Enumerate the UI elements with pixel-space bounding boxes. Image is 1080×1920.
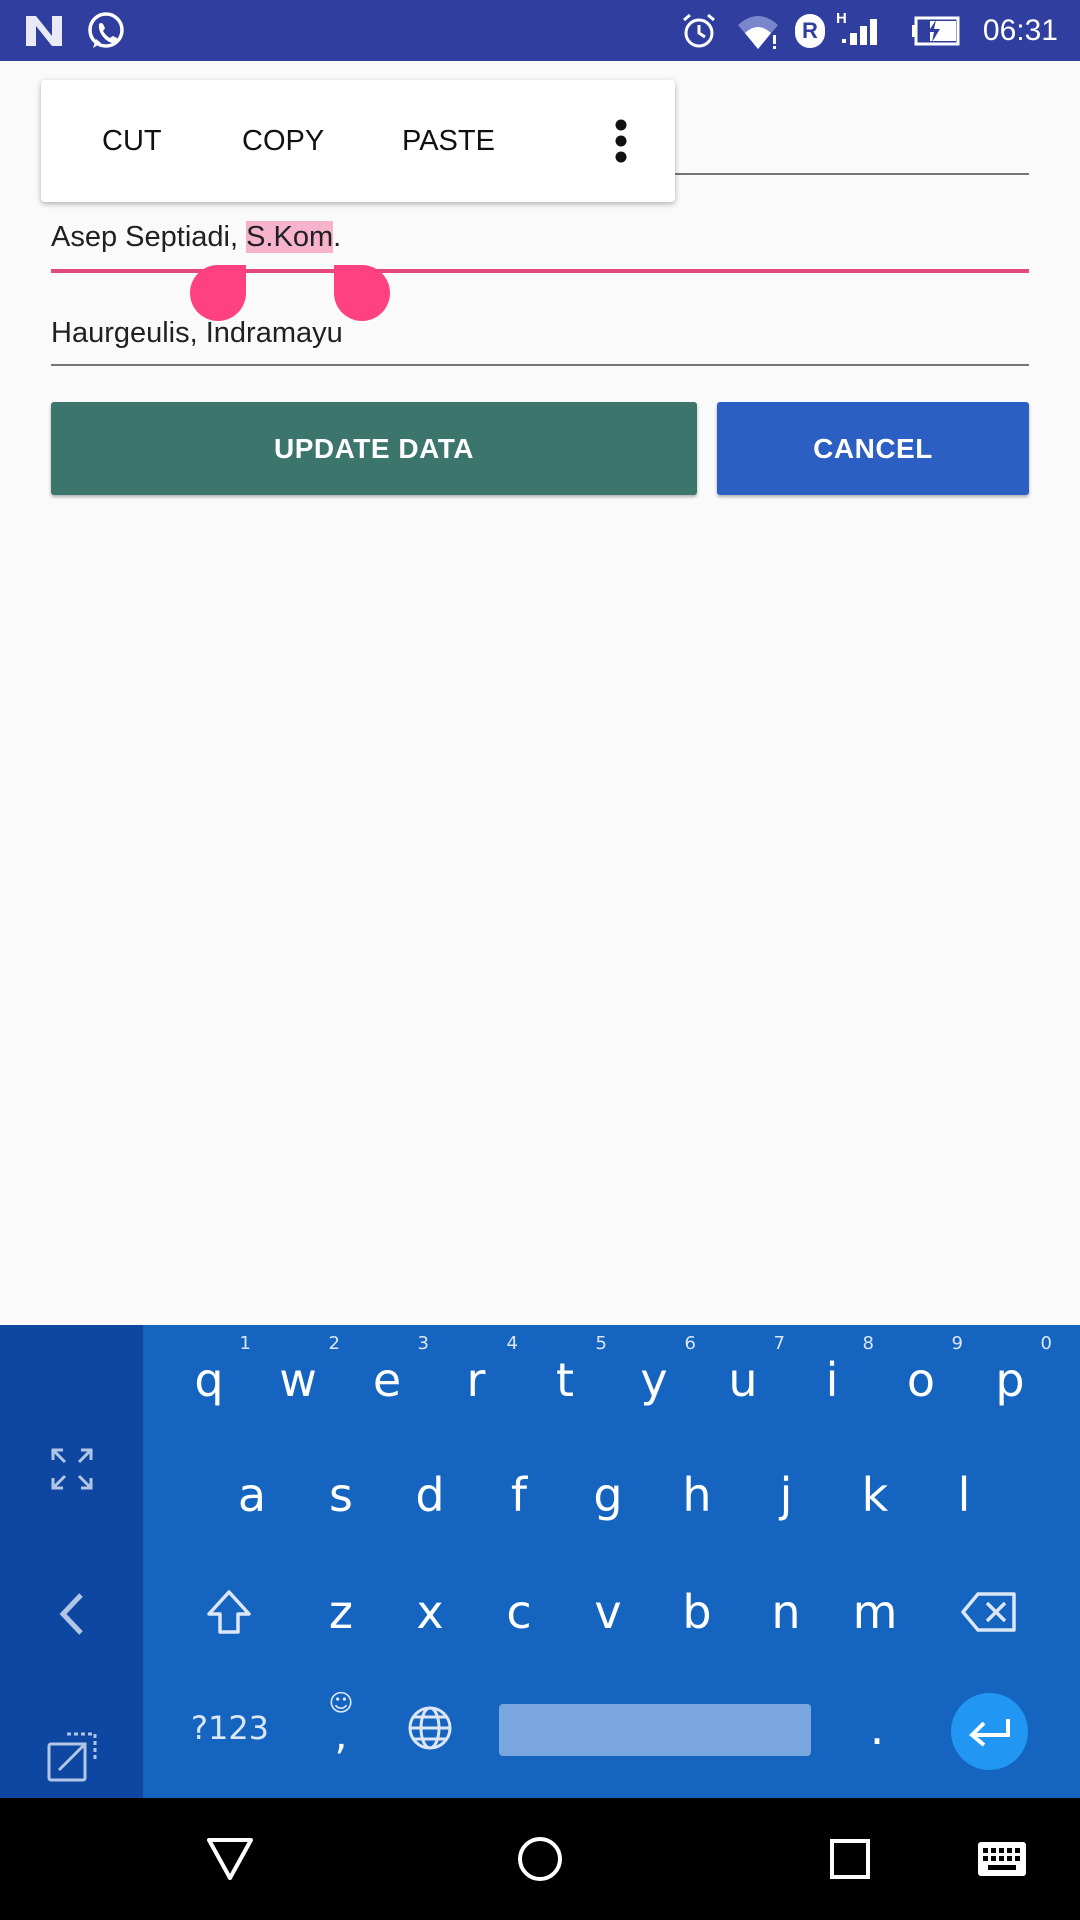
paste-menu-item[interactable]: PASTE <box>402 80 495 202</box>
network-type-label: H <box>836 10 847 27</box>
floating-keyboard-icon[interactable] <box>0 1702 143 1812</box>
edit-form: Asep Septiadi, S.Kom. Haurgeulis, Indram… <box>0 61 1080 1325</box>
globe-icon[interactable] <box>386 1673 474 1783</box>
key-l[interactable]: l <box>920 1440 1008 1550</box>
shift-icon[interactable] <box>185 1557 273 1667</box>
more-options-icon[interactable] <box>591 80 651 202</box>
back-icon[interactable] <box>200 1798 260 1920</box>
key-t[interactable]: t5 <box>521 1325 609 1435</box>
key-b[interactable]: b <box>653 1557 741 1667</box>
key-v[interactable]: v <box>564 1557 652 1667</box>
address-field-underline <box>51 364 1029 366</box>
roaming-icon: R <box>793 0 827 61</box>
key-y[interactable]: y6 <box>610 1325 698 1435</box>
space-bar[interactable] <box>499 1704 811 1756</box>
text-selection-menu: CUT COPY PASTE <box>41 80 675 202</box>
recents-icon[interactable] <box>820 1798 880 1920</box>
symbols-key[interactable]: ?123 <box>185 1673 275 1783</box>
signal-icon: H <box>834 0 886 61</box>
battery-charging-icon <box>910 0 962 61</box>
roaming-label: R <box>795 13 825 48</box>
home-icon[interactable] <box>510 1798 570 1920</box>
keyboard-icon[interactable] <box>972 1798 1032 1920</box>
key-d[interactable]: d <box>386 1440 474 1550</box>
selection-handle-start[interactable] <box>190 265 246 321</box>
keyboard: q1 w2 e3 r4 t5 y6 u7 i8 o9 p0 a s d f g … <box>0 1325 1080 1798</box>
key-k[interactable]: k <box>831 1440 919 1550</box>
key-u[interactable]: u7 <box>699 1325 787 1435</box>
navigation-bar <box>0 1798 1080 1920</box>
key-p[interactable]: p0 <box>966 1325 1054 1435</box>
key-e[interactable]: e3 <box>343 1325 431 1435</box>
alarm-icon <box>679 0 719 61</box>
comma-emoji-key[interactable]: ☺ , <box>297 1673 385 1783</box>
key-f[interactable]: f <box>475 1440 563 1550</box>
n-logo-icon <box>22 0 66 61</box>
key-z[interactable]: z <box>297 1557 385 1667</box>
clock: 06:31 <box>982 14 1058 47</box>
address-text[interactable]: Haurgeulis, Indramayu <box>51 317 343 350</box>
key-s[interactable]: s <box>297 1440 385 1550</box>
key-j[interactable]: j <box>742 1440 830 1550</box>
key-g[interactable]: g <box>564 1440 652 1550</box>
status-bar: R H 06:31 <box>0 0 1080 61</box>
key-m[interactable]: m <box>831 1557 919 1667</box>
keyboard-side-panel <box>0 1325 143 1798</box>
key-r[interactable]: r4 <box>432 1325 520 1435</box>
key-q[interactable]: q1 <box>165 1325 253 1435</box>
cancel-button[interactable]: CANCEL <box>717 402 1029 495</box>
keyboard-back-icon[interactable] <box>0 1559 143 1669</box>
selected-text[interactable]: S.Kom <box>246 221 334 253</box>
key-h[interactable]: h <box>653 1440 741 1550</box>
copy-menu-item[interactable]: COPY <box>242 80 324 202</box>
fullscreen-icon[interactable] <box>0 1414 143 1524</box>
backspace-icon[interactable] <box>945 1557 1033 1667</box>
key-c[interactable]: c <box>475 1557 563 1667</box>
key-w[interactable]: w2 <box>254 1325 342 1435</box>
cut-menu-item[interactable]: CUT <box>102 80 162 202</box>
key-i[interactable]: i8 <box>788 1325 876 1435</box>
name-text-before: Asep Septiadi, <box>51 221 247 253</box>
enter-icon[interactable] <box>951 1693 1028 1770</box>
key-x[interactable]: x <box>386 1557 474 1667</box>
name-text[interactable]: Asep Septiadi, S.Kom. <box>51 221 341 254</box>
key-n[interactable]: n <box>742 1557 830 1667</box>
key-a[interactable]: a <box>208 1440 296 1550</box>
whatsapp-icon <box>84 0 128 61</box>
selection-handle-end[interactable] <box>334 265 390 321</box>
key-o[interactable]: o9 <box>877 1325 965 1435</box>
period-key[interactable]: . <box>833 1673 921 1783</box>
update-data-button[interactable]: UPDATE DATA <box>51 402 697 495</box>
wifi-icon <box>734 0 782 61</box>
name-text-after: . <box>333 221 342 253</box>
